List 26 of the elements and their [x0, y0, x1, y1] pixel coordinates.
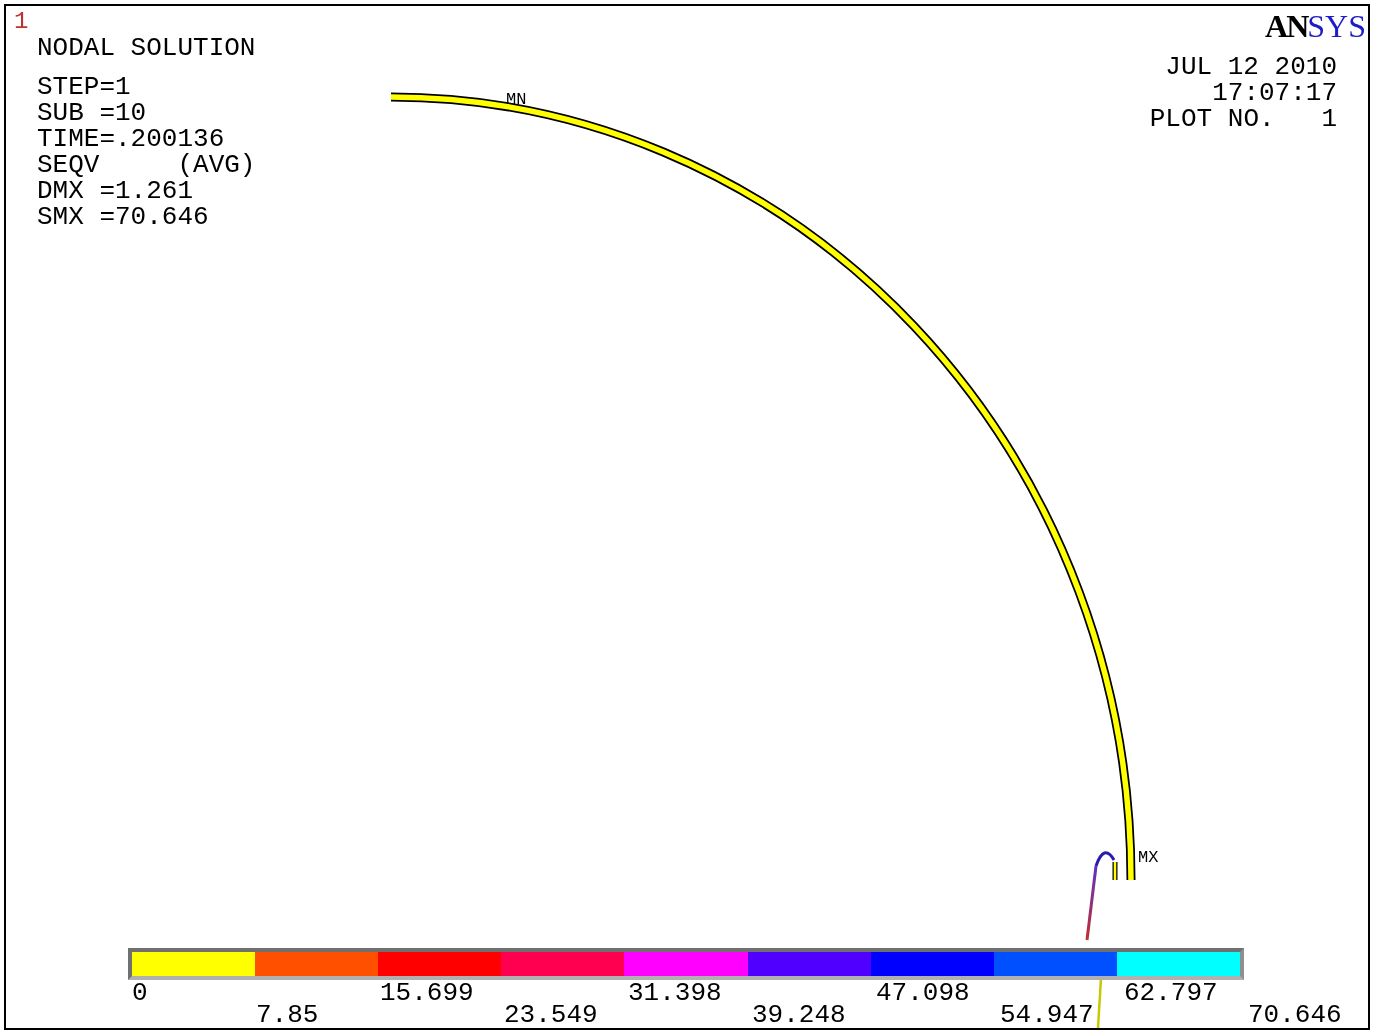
- stamp-line: PLOT NO. 1: [1149, 106, 1337, 132]
- plot-title: NODAL SOLUTION: [37, 35, 256, 61]
- info-line: SMX =70.646: [37, 204, 209, 230]
- shell-stub: [1112, 862, 1118, 880]
- max-marker-label: MX: [1138, 848, 1159, 867]
- legend-value: 70.646: [1248, 1000, 1342, 1030]
- stamp-line: JUL 12 2010: [1165, 54, 1337, 80]
- window-number: 1: [14, 7, 29, 35]
- info-line: SEQV (AVG): [37, 152, 256, 178]
- legend-value: 0: [132, 978, 148, 1008]
- legend-value: 15.699: [380, 978, 474, 1008]
- legend-value: 7.85: [256, 1000, 319, 1030]
- legend-value: 54.947: [1000, 1000, 1094, 1030]
- legend-value: 47.098: [876, 978, 970, 1008]
- info-line: SUB =10: [37, 100, 147, 126]
- info-line: TIME=.200136: [37, 126, 225, 152]
- legend-value: 23.549: [504, 1000, 598, 1030]
- info-line: DMX =1.261: [37, 178, 194, 204]
- legend-value: 62.797: [1124, 978, 1218, 1008]
- legend-value: 39.248: [752, 1000, 846, 1030]
- stamp-line: 17:07:17: [1212, 80, 1337, 106]
- logo: ANSYS: [1265, 10, 1366, 42]
- lower-line: [1096, 977, 1103, 1029]
- legend-value: 31.398: [628, 978, 722, 1008]
- info-line: STEP=1: [37, 74, 131, 100]
- min-marker-label: MN: [506, 90, 527, 109]
